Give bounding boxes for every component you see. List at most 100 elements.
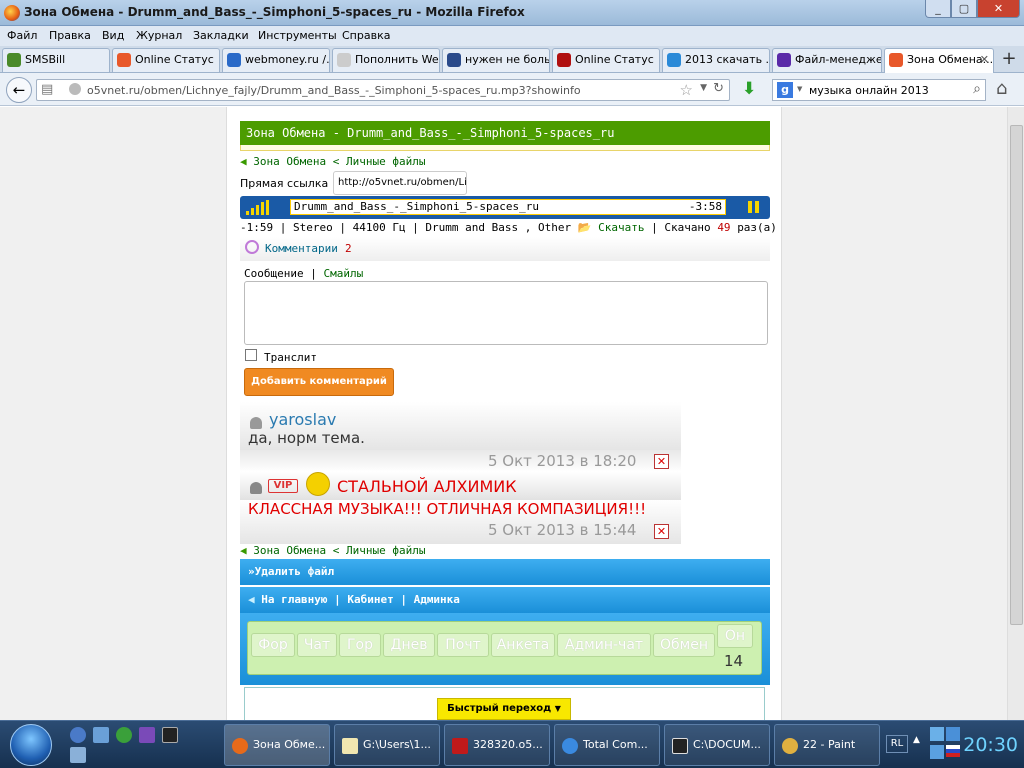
url-bar[interactable]: ▤ o5vnet.ru/obmen/Lichnye_fajly/Drumm_an… [36,79,730,101]
download-arrow-icon[interactable]: ⬇ [742,79,756,99]
menu-tools[interactable]: Инструменты [258,29,337,42]
nav-admin-chat-button[interactable]: Админ-чат [557,633,651,657]
tab-3[interactable]: Пополнить We... [332,48,440,72]
vertical-scrollbar[interactable] [1007,107,1024,720]
new-tab-button[interactable]: + [998,49,1020,71]
crumb-files-link[interactable]: Личные файлы [346,155,425,168]
download-link[interactable]: Скачать [598,221,644,234]
quicklaunch-icon[interactable] [70,747,86,763]
tab-7[interactable]: Файл-менеджер [772,48,882,72]
taskbar-item-firefox[interactable]: Зона Обме... [224,724,330,766]
menu-edit[interactable]: Правка [49,29,91,42]
crumb-files-link[interactable]: Личные файлы [346,544,425,557]
nav-online-button[interactable]: Он [717,624,753,648]
message-textarea[interactable] [244,281,768,345]
direct-link-field[interactable]: http://o5vnet.ru/obmen/Lic [333,171,467,195]
back-button[interactable]: ← [6,77,32,103]
user-icon [250,417,262,429]
home-icon[interactable]: ⌂ [996,78,1007,99]
comment-author[interactable]: yaroslav [269,410,336,429]
track-name[interactable]: Drumm_and_Bass_-_Simphoni_5-spaces_ru [290,199,726,215]
nav-diary-button[interactable]: Днев [383,633,435,657]
menu-view[interactable]: Вид [102,29,124,42]
nav-profile-button[interactable]: Анкета [491,633,555,657]
nav-forum-button[interactable]: Фор [251,633,295,657]
tab-0[interactable]: SMSBill [2,48,110,72]
dropdown-icon[interactable]: ▼ [700,83,707,93]
tab-1[interactable]: Online Статус [112,48,220,72]
nav-grid-inner: Фор Чат Гор Днев Почт Анкета Админ-чат О… [247,621,762,675]
menu-help[interactable]: Справка [342,29,390,42]
nav-city-button[interactable]: Гор [339,633,381,657]
crumb-zone-link[interactable]: Зона Обмена [253,544,326,557]
network-icon[interactable] [946,727,960,741]
menu-history[interactable]: Журнал [136,29,182,42]
tab-strip: SMSBill Online Статус webmoney.ru /... П… [0,46,1024,73]
info-line: -1:59 | Stereo | 44100 Гц | Drumm and Ba… [240,221,572,234]
quick-jump-panel: Быстрый переход ▼ [244,687,765,720]
firefox-icon [4,5,20,21]
minimize-button[interactable]: _ [925,0,951,18]
nav-chat-button[interactable]: Чат [297,633,337,657]
delete-comment-icon[interactable]: ✕ [654,454,669,469]
comments-link[interactable]: Комментарии [265,242,338,255]
taskbar-label: C:\DOCUM... [693,738,761,751]
search-icon[interactable]: ⌕ [973,81,981,97]
quicklaunch-icon[interactable] [116,727,132,743]
volume-bars-icon[interactable] [246,200,271,215]
search-bar[interactable]: g ▼ музыка онлайн 2013 ⌕ [772,79,986,101]
taskbar-item-totalcmd[interactable]: Total Com... [554,724,660,766]
ru-flag-icon[interactable] [946,745,960,757]
taskbar-item-notepad[interactable]: G:\Users\1... [334,724,440,766]
taskbar-item-filezilla[interactable]: 328320.o5... [444,724,550,766]
search-text: музыка онлайн 2013 [809,84,929,97]
tab-4[interactable]: нужен не боль... [442,48,550,72]
translit-checkbox[interactable] [245,349,257,361]
nav-exchange-button[interactable]: Обмен [653,633,715,657]
show-desktop-icon[interactable] [93,727,109,743]
clock[interactable]: 20:30 [963,734,1018,756]
url-text: o5vnet.ru/obmen/Lichnye_fajly/Drumm_and_… [87,84,581,97]
comment-text: да, норм тема. [248,429,365,447]
taskbar-item-7zip[interactable]: C:\DOCUM... [664,724,770,766]
close-tab-icon[interactable]: ✕ [980,49,989,71]
scrollbar-thumb[interactable] [1010,125,1023,625]
add-comment-button[interactable]: Добавить комментарий [244,368,394,396]
firefox-icon [232,738,248,754]
smiles-link[interactable]: Смайлы [323,267,363,280]
google-icon[interactable]: g [777,82,793,98]
visual-studio-icon[interactable] [139,727,155,743]
tab-8-active[interactable]: Зона Обмена... ✕ [884,48,994,73]
nav-mail-button[interactable]: Почт [437,633,489,657]
title-bar: Зона Обмена - Drumm_and_Bass_-_Simphoni_… [0,0,1024,26]
tab-2[interactable]: webmoney.ru /... [222,48,330,72]
network-icon[interactable] [930,727,944,741]
engine-dropdown-icon[interactable]: ▼ [797,85,802,93]
reload-icon[interactable]: ↻ [713,81,724,96]
quicklaunch-icon[interactable] [70,727,86,743]
site-identity-icon[interactable] [69,83,81,95]
crumb-zone-link[interactable]: Зона Обмена [253,155,326,168]
track-time: -3:58 [688,200,722,213]
delete-file-link[interactable]: »Удалить файл [240,559,770,585]
tab-6[interactable]: 2013 скачать ... [662,48,770,72]
quick-jump-dropdown[interactable]: Быстрый переход ▼ [437,698,571,720]
tray-icon[interactable] [930,745,944,759]
language-indicator[interactable]: RL [886,735,908,753]
close-button[interactable]: ✕ [977,0,1020,18]
tray-expand-icon[interactable]: ▲ [913,735,920,745]
delete-comment-icon[interactable]: ✕ [654,524,669,539]
quicklaunch-icon[interactable] [162,727,178,743]
tab-5[interactable]: Online Статус [552,48,660,72]
menu-bookmarks[interactable]: Закладки [193,29,249,42]
menu-file[interactable]: Файл [7,29,37,42]
comment-author[interactable]: СТАЛЬНОЙ АЛХИМИК [337,477,517,496]
bottom-nav-links[interactable]: На главную | Кабинет | Админка [261,593,460,606]
pause-icon[interactable] [748,201,760,213]
quick-jump-label: Быстрый переход [447,703,552,714]
vip-badge: VIP [268,479,298,493]
bookmark-star-icon[interactable]: ☆ [680,81,693,99]
taskbar-item-paint[interactable]: 22 - Paint [774,724,880,766]
maximize-button[interactable]: ▢ [951,0,977,18]
start-button[interactable] [10,724,52,766]
